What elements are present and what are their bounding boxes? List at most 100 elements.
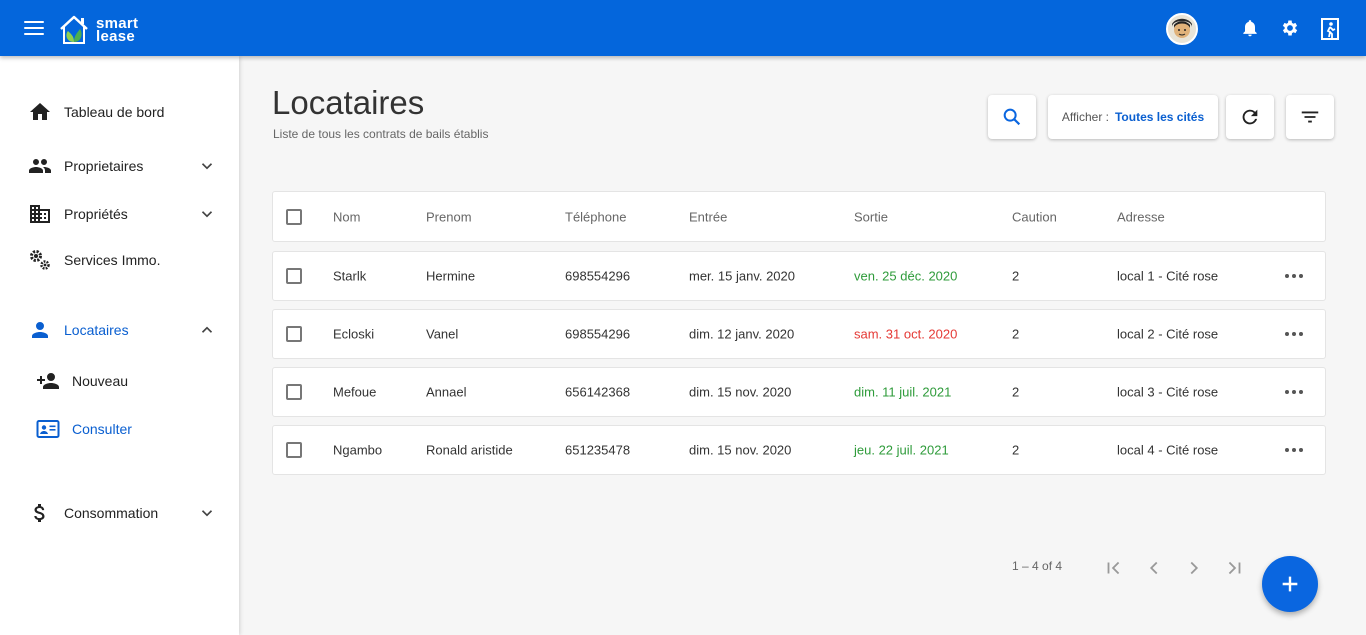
- cell-nom: Starlk: [333, 268, 367, 284]
- cell-entree: mer. 15 janv. 2020: [689, 268, 795, 284]
- sidebar-item-proprietes[interactable]: Propriétés: [0, 194, 239, 234]
- cell-caution: 2: [1012, 384, 1020, 400]
- building-icon: [30, 205, 50, 223]
- cell-telephone: 698554296: [565, 326, 631, 342]
- table-header-row: Nom Prenom Téléphone Entrée Sortie Cauti…: [272, 191, 1326, 242]
- notifications-icon[interactable]: [1240, 18, 1260, 38]
- page-subtitle: Liste de tous les contrats de bails étab…: [273, 127, 489, 141]
- row-checkbox[interactable]: [286, 268, 302, 284]
- chevron-down-icon: [201, 211, 213, 218]
- cell-prenom: Vanel: [426, 326, 459, 342]
- cell-adresse: local 3 - Cité rose: [1117, 384, 1219, 400]
- row-checkbox[interactable]: [286, 442, 302, 458]
- cell-telephone: 698554296: [565, 268, 631, 284]
- cell-sortie: dim. 11 juil. 2021: [854, 384, 952, 400]
- column-header-caution[interactable]: Caution: [1012, 209, 1057, 224]
- column-header-entree[interactable]: Entrée: [689, 209, 727, 224]
- chevron-right-icon[interactable]: [1183, 557, 1205, 579]
- more-horiz-icon[interactable]: [1284, 273, 1304, 279]
- cell-prenom: Hermine: [426, 268, 476, 284]
- cell-prenom: Annael: [426, 384, 467, 400]
- more-horiz-icon[interactable]: [1284, 389, 1304, 395]
- chevron-down-icon: [201, 510, 213, 517]
- sidebar-item-label: Services Immo.: [64, 252, 161, 268]
- filter-list-icon: [1301, 111, 1319, 123]
- logout-icon[interactable]: [1320, 17, 1342, 41]
- cell-entree: dim. 15 nov. 2020: [689, 442, 792, 458]
- table-row[interactable]: Mefoue Annael 656142368 dim. 15 nov. 202…: [272, 367, 1326, 417]
- filter-value: Toutes les cités: [1114, 110, 1205, 124]
- more-horiz-icon[interactable]: [1284, 331, 1304, 337]
- person-icon: [32, 322, 48, 338]
- home-icon: [30, 103, 50, 120]
- cell-adresse: local 1 - Cité rose: [1117, 268, 1219, 284]
- app-logo[interactable]: smart lease: [58, 14, 138, 46]
- sidebar-item-consulter[interactable]: Consulter: [0, 409, 239, 449]
- filter-label: Afficher :: [1061, 110, 1109, 124]
- column-header-telephone[interactable]: Téléphone: [565, 209, 626, 224]
- row-checkbox[interactable]: [286, 326, 302, 342]
- chevron-up-icon: [201, 326, 213, 333]
- chevron-left-icon[interactable]: [1143, 557, 1165, 579]
- cell-prenom: Ronald aristide: [426, 442, 513, 458]
- search-icon: [1003, 108, 1021, 126]
- top-app-bar: smart lease: [0, 0, 1366, 56]
- logo-line-2: lease: [96, 28, 136, 45]
- cell-caution: 2: [1012, 268, 1020, 284]
- dollar-icon: [34, 504, 45, 522]
- sidebar-item-label: Locataires: [64, 322, 129, 338]
- cell-caution: 2: [1012, 326, 1020, 342]
- cell-nom: Mefoue: [333, 384, 377, 400]
- people-icon: [29, 159, 51, 173]
- select-all-checkbox[interactable]: [286, 208, 302, 225]
- column-header-nom[interactable]: Nom: [333, 209, 360, 224]
- refresh-button[interactable]: [1226, 95, 1274, 139]
- plus-icon: [1282, 576, 1298, 592]
- avatar-face-icon: [1168, 15, 1196, 43]
- table-row[interactable]: Ecloski Vanel 698554296 dim. 12 janv. 20…: [272, 309, 1326, 359]
- sidebar-item-label: Propriétés: [64, 206, 128, 222]
- gears-icon: [30, 250, 50, 270]
- cell-nom: Ngambo: [333, 442, 383, 458]
- column-header-adresse[interactable]: Adresse: [1117, 209, 1165, 224]
- search-button[interactable]: [988, 95, 1036, 139]
- sidebar-item-label: Consommation: [64, 505, 159, 521]
- sort-filter-button[interactable]: [1286, 95, 1334, 139]
- sidebar-item-proprietaires[interactable]: Proprietaires: [0, 146, 239, 186]
- table-row[interactable]: Ngambo Ronald aristide 651235478 dim. 15…: [272, 425, 1326, 475]
- id-card-icon: [36, 420, 60, 438]
- table-row[interactable]: Starlk Hermine 698554296 mer. 15 janv. 2…: [272, 251, 1326, 301]
- sidebar-item-label: Tableau de bord: [64, 104, 165, 120]
- add-locataire-fab[interactable]: [1262, 556, 1318, 612]
- sidebar: Tableau de bord Proprietaires Propriétés…: [0, 56, 239, 635]
- cell-caution: 2: [1012, 442, 1020, 458]
- more-horiz-icon[interactable]: [1284, 447, 1304, 453]
- chevron-down-icon: [201, 163, 213, 170]
- refresh-icon: [1242, 109, 1258, 125]
- column-header-sortie[interactable]: Sortie: [854, 209, 888, 224]
- cell-sortie: ven. 25 déc. 2020: [854, 268, 958, 284]
- sidebar-item-label: Proprietaires: [64, 158, 144, 174]
- cell-telephone: 651235478: [565, 442, 631, 458]
- house-leaf-icon: [60, 15, 88, 44]
- last-page-icon[interactable]: [1223, 557, 1245, 579]
- row-checkbox[interactable]: [286, 384, 302, 400]
- column-header-prenom[interactable]: Prenom: [426, 209, 472, 224]
- sidebar-item-services-immo[interactable]: Services Immo.: [0, 240, 239, 280]
- cell-sortie: sam. 31 oct. 2020: [854, 326, 958, 342]
- sidebar-item-tableau-de-bord[interactable]: Tableau de bord: [0, 92, 239, 132]
- cell-sortie: jeu. 22 juil. 2021: [854, 442, 949, 458]
- sidebar-item-consommation[interactable]: Consommation: [0, 493, 239, 533]
- first-page-icon[interactable]: [1103, 557, 1125, 579]
- menu-icon[interactable]: [24, 18, 46, 38]
- settings-gear-icon[interactable]: [1280, 18, 1300, 38]
- sidebar-item-nouveau[interactable]: Nouveau: [0, 361, 239, 401]
- cell-nom: Ecloski: [333, 326, 375, 342]
- sidebar-item-locataires[interactable]: Locataires: [0, 310, 239, 350]
- avatar[interactable]: [1166, 13, 1198, 45]
- city-filter-button[interactable]: Afficher : Toutes les cités: [1048, 95, 1218, 139]
- paginator-range-label: 1 – 4 of 4: [1012, 559, 1063, 573]
- person-add-icon: [37, 373, 59, 389]
- cell-entree: dim. 12 janv. 2020: [689, 326, 795, 342]
- cell-adresse: local 2 - Cité rose: [1117, 326, 1219, 342]
